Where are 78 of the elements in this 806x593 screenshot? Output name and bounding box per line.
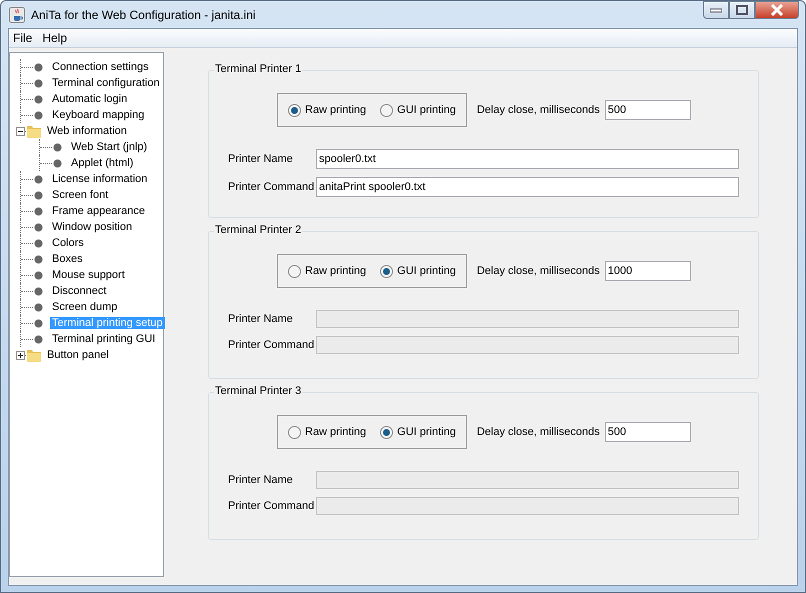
tree-item[interactable]: Connection settings bbox=[50, 61, 151, 73]
tree-item[interactable]: Screen dump bbox=[50, 301, 120, 313]
bullet-icon bbox=[53, 142, 62, 152]
menu-item[interactable]: Help bbox=[42, 31, 68, 45]
radio-label: GUI printing bbox=[397, 426, 456, 438]
tree-item[interactable]: Terminal configuration bbox=[50, 77, 162, 89]
expand-icon[interactable] bbox=[16, 350, 25, 360]
bullet-icon bbox=[34, 286, 43, 296]
field-label: Printer Name bbox=[228, 474, 294, 486]
window-title: AniTa for the Web Configuration - janita.ini bbox=[31, 8, 256, 22]
bullet-icon bbox=[34, 174, 43, 184]
radio-label: Raw printing bbox=[305, 426, 366, 438]
bullet-icon bbox=[34, 302, 43, 312]
bullet-icon bbox=[34, 238, 43, 248]
minimize-button[interactable] bbox=[703, 1, 729, 19]
menu-item[interactable]: File bbox=[13, 31, 32, 45]
tree-item[interactable]: Web Start (jnlp) bbox=[69, 141, 150, 153]
field-label: Printer Command bbox=[228, 500, 316, 512]
collapse-icon[interactable] bbox=[16, 126, 25, 136]
maximize-button[interactable] bbox=[729, 1, 755, 19]
bullet-icon bbox=[34, 78, 43, 88]
radio-button[interactable] bbox=[380, 104, 394, 116]
tree-item[interactable]: Boxes bbox=[50, 253, 85, 265]
tree-item[interactable]: Colors bbox=[50, 237, 86, 249]
tree-item[interactable]: Frame appearance bbox=[50, 205, 147, 217]
field-label: Printer Name bbox=[228, 313, 294, 325]
bullet-icon bbox=[34, 62, 43, 72]
group-title: Terminal Printer 3 bbox=[214, 385, 302, 397]
tree-item[interactable]: Web information bbox=[45, 125, 129, 137]
tree-item[interactable]: Keyboard mapping bbox=[50, 109, 146, 121]
input-field[interactable]: spooler0.txt bbox=[316, 149, 739, 169]
radio-label: GUI printing bbox=[397, 265, 456, 277]
radio-button[interactable] bbox=[288, 264, 301, 278]
bullet-icon bbox=[34, 222, 43, 232]
radio-button[interactable] bbox=[380, 264, 394, 278]
radio-label: Raw printing bbox=[305, 265, 366, 277]
bullet-icon bbox=[34, 206, 43, 216]
bullet-icon bbox=[34, 318, 43, 328]
bullet-icon bbox=[34, 334, 43, 344]
tree-item[interactable]: Automatic login bbox=[50, 93, 130, 105]
bullet-icon bbox=[34, 110, 43, 120]
bullet-icon bbox=[34, 254, 43, 264]
input-field[interactable]: 500 bbox=[604, 100, 691, 120]
group-title: Terminal Printer 2 bbox=[214, 224, 302, 236]
bullet-icon bbox=[53, 158, 62, 168]
java-cup-icon bbox=[9, 6, 25, 22]
field-label: Delay close, milliseconds bbox=[476, 104, 600, 116]
radio-label: Raw printing bbox=[305, 104, 366, 116]
folder-icon bbox=[26, 123, 42, 139]
bullet-icon bbox=[34, 190, 43, 200]
tree-item[interactable]: Screen font bbox=[50, 189, 110, 201]
radio-button[interactable] bbox=[380, 426, 394, 438]
tree-item[interactable]: Button panel bbox=[45, 349, 111, 361]
field-label: Printer Name bbox=[228, 153, 294, 165]
tree-item[interactable]: License information bbox=[50, 173, 150, 185]
bullet-icon bbox=[34, 94, 43, 104]
field-label: Delay close, milliseconds bbox=[476, 426, 600, 438]
field-label: Printer Command bbox=[228, 181, 316, 193]
input-field[interactable]: anitaPrint spooler0.txt bbox=[316, 177, 739, 197]
tree-item[interactable]: Disconnect bbox=[50, 285, 108, 297]
minimize-icon bbox=[710, 7, 722, 13]
input-field[interactable]: 500 bbox=[604, 422, 691, 442]
radio-button[interactable] bbox=[288, 426, 301, 438]
folder-icon bbox=[26, 347, 42, 363]
bullet-icon bbox=[34, 270, 43, 280]
field-label: Printer Command bbox=[228, 339, 316, 351]
close-icon bbox=[770, 4, 784, 16]
tree-item[interactable]: Mouse support bbox=[50, 269, 127, 281]
tree-item[interactable]: Terminal printing GUI bbox=[50, 333, 158, 345]
tree-item[interactable]: Window position bbox=[50, 221, 134, 233]
tree-item[interactable]: Applet (html) bbox=[69, 157, 136, 169]
field-label: Delay close, milliseconds bbox=[476, 265, 600, 277]
maximize-icon bbox=[736, 5, 748, 15]
close-button[interactable] bbox=[755, 1, 799, 19]
group-title: Terminal Printer 1 bbox=[214, 63, 302, 75]
radio-button[interactable] bbox=[288, 104, 301, 116]
radio-label: GUI printing bbox=[397, 104, 456, 116]
input-field[interactable]: 1000 bbox=[604, 261, 691, 281]
